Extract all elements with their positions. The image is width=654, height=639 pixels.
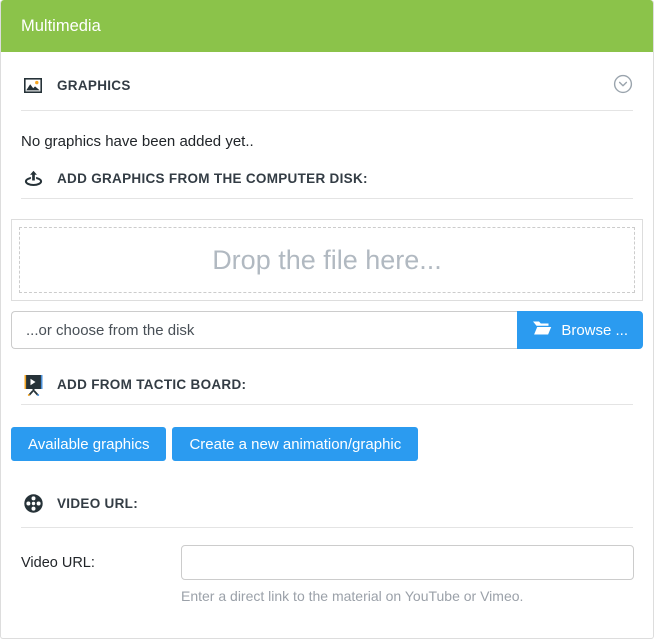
tactic-board-title: ADD FROM TACTIC BOARD: — [57, 377, 246, 392]
browse-button[interactable]: Browse ... — [517, 311, 643, 349]
video-url-helper-text: Enter a direct link to the material on Y… — [181, 588, 634, 604]
add-from-disk-title: ADD GRAPHICS FROM THE COMPUTER DISK: — [57, 171, 368, 186]
tactic-board-header: ADD FROM TACTIC BOARD: — [21, 373, 633, 404]
open-folder-icon — [532, 320, 552, 340]
tactic-board-icon — [21, 373, 45, 396]
video-url-header: VIDEO URL: — [21, 493, 633, 527]
video-url-label: Video URL: — [21, 555, 181, 571]
divider — [21, 198, 633, 199]
video-url-form-row: Video URL: — [21, 545, 634, 580]
video-url-title: VIDEO URL: — [57, 496, 138, 511]
add-from-disk-header: ADD GRAPHICS FROM THE COMPUTER DISK: — [21, 169, 633, 198]
film-reel-icon — [21, 493, 45, 514]
panel-header: Multimedia — [1, 0, 653, 52]
graphics-section-header: GRAPHICS — [21, 52, 633, 110]
collapse-section-button[interactable] — [613, 74, 633, 97]
video-url-input[interactable] — [181, 545, 634, 580]
create-animation-button[interactable]: Create a new animation/graphic — [172, 427, 418, 461]
upload-icon — [21, 169, 45, 187]
divider — [21, 404, 633, 405]
divider — [21, 527, 633, 528]
divider — [21, 110, 633, 111]
file-dropzone-inner: Drop the file here... — [19, 227, 635, 293]
graphics-section-title: GRAPHICS — [57, 78, 131, 93]
multimedia-panel: Multimedia GRAPHICS No graphics have bee… — [0, 0, 654, 639]
dropzone-text: Drop the file here... — [212, 245, 442, 276]
file-dropzone[interactable]: Drop the file here... — [11, 219, 643, 301]
tactic-board-actions: Available graphics Create a new animatio… — [11, 427, 643, 461]
file-name-input[interactable] — [11, 311, 517, 349]
chevron-down-icon — [613, 74, 633, 97]
file-choose-row: Browse ... — [11, 311, 643, 349]
panel-title: Multimedia — [21, 17, 101, 36]
browse-button-label: Browse ... — [561, 322, 628, 339]
graphics-empty-message: No graphics have been added yet.. — [21, 133, 633, 150]
available-graphics-button[interactable]: Available graphics — [11, 427, 166, 461]
image-icon — [21, 78, 45, 93]
